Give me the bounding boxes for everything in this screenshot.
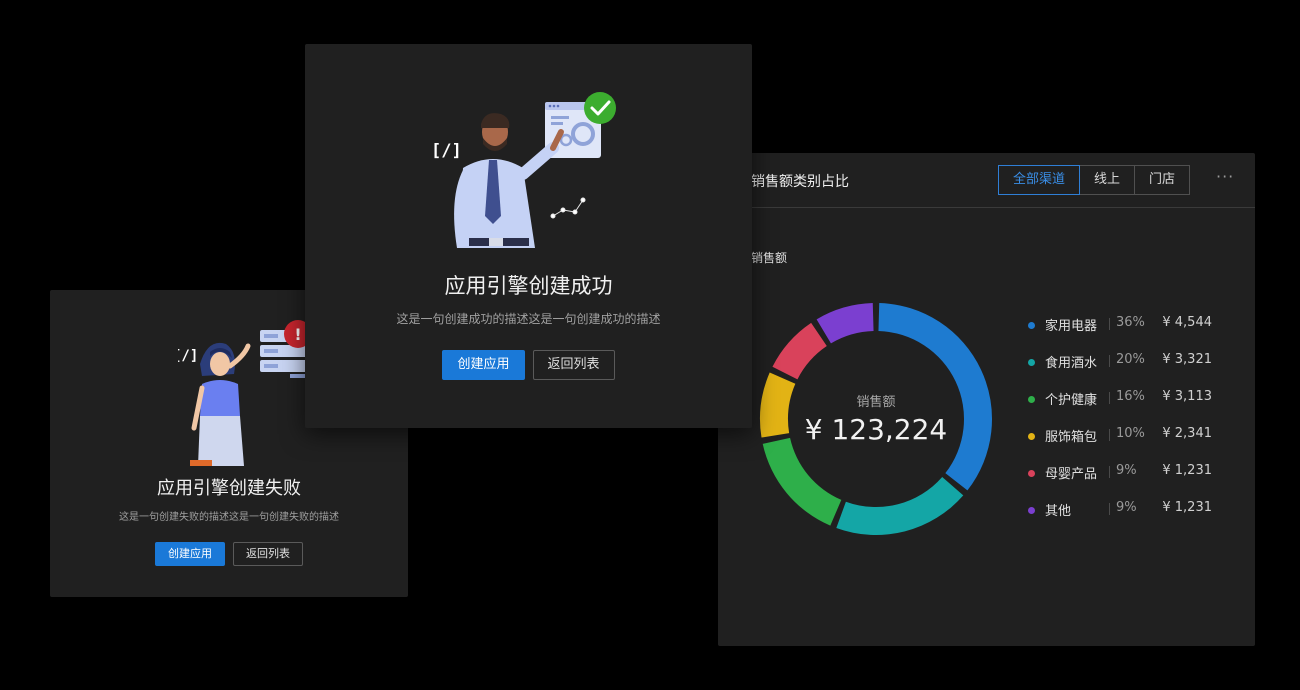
legend-name: 个护健康 [1045,393,1098,408]
legend-dot-icon [1028,396,1035,403]
channel-tabs: 全部渠道 线上 门店 [998,165,1191,195]
code-glyph: [/] [178,348,198,364]
canvas: [/] ! [0,0,1300,690]
success-check-icon [584,92,616,124]
success-illustration: [/] [431,92,616,248]
more-options-icon[interactable]: ··· [1216,167,1234,186]
legend-amount: ¥ 3,321 [1162,352,1212,367]
legend-dot-icon [1028,322,1035,329]
legend-divider [1109,503,1110,515]
success-description: 这是一句创建成功的描述这是一句创建成功的描述 [396,312,661,326]
chart-legend: 家用电器 36% ¥ 4,544 食用酒水 20% ¥ 3,321 个护健康 1… [1028,315,1238,537]
legend-item[interactable]: 个护健康 16% ¥ 3,113 [1028,389,1238,426]
legend-name: 服饰箱包 [1045,430,1098,445]
legend-name: 食用酒水 [1045,356,1098,371]
sales-category-card: 销售额类别占比 全部渠道 线上 门店 ··· 销售额 销售额 ¥ 123,224… [718,153,1255,646]
tab-all-channels[interactable]: 全部渠道 [998,165,1081,195]
legend-item[interactable]: 服饰箱包 10% ¥ 2,341 [1028,426,1238,463]
legend-divider [1109,429,1110,441]
legend-dot-icon [1028,507,1035,514]
legend-amount: ¥ 1,231 [1162,500,1212,515]
presenting-man-figure [454,113,564,248]
failure-actions: 创建应用 返回列表 [50,542,408,566]
donut-center-label: 销售额 [856,395,896,410]
legend-percent: 9% [1116,500,1137,515]
legend-item[interactable]: 其他 9% ¥ 1,231 [1028,500,1238,537]
card-title: 销售额类别占比 [751,174,849,190]
legend-name: 家用电器 [1045,319,1098,334]
success-title: 应用引擎创建成功 [444,274,613,298]
legend-amount: ¥ 3,113 [1162,389,1212,404]
legend-percent: 10% [1116,426,1145,441]
create-app-button[interactable]: 创建应用 [155,542,225,566]
legend-amount: ¥ 1,231 [1162,463,1212,478]
legend-divider [1109,392,1110,404]
legend-amount: ¥ 4,544 [1162,315,1212,330]
legend-name: 其他 [1045,504,1072,519]
card-header: 销售额类别占比 全部渠道 线上 门店 ··· [718,153,1255,208]
tab-store[interactable]: 门店 [1134,165,1191,195]
tab-online[interactable]: 线上 [1079,165,1136,195]
success-actions: 创建应用 返回列表 [305,350,752,380]
back-to-list-button[interactable]: 返回列表 [532,350,615,380]
legend-dot-icon [1028,433,1035,440]
legend-item[interactable]: 家用电器 36% ¥ 4,544 [1028,315,1238,352]
legend-percent: 36% [1116,315,1145,330]
back-to-list-button[interactable]: 返回列表 [233,542,303,566]
legend-percent: 20% [1116,352,1145,367]
donut-slice[interactable] [836,476,964,535]
legend-dot-icon [1028,359,1035,366]
legend-divider [1109,466,1110,478]
create-app-button[interactable]: 创建应用 [442,350,525,380]
sales-subtitle: 销售额 [751,251,788,265]
legend-name: 母婴产品 [1045,467,1098,482]
code-glyph: [/] [431,141,462,161]
legend-item[interactable]: 母婴产品 9% ¥ 1,231 [1028,463,1238,500]
legend-divider [1109,355,1110,367]
donut-center-value: ¥ 123,224 [804,413,948,446]
legend-percent: 16% [1116,389,1145,404]
create-success-card: [/] 应用引擎创建成功 这是一句创建成功的描述这是一句创建成功的描述 创建应用… [305,44,752,428]
donut-slice[interactable] [772,322,827,380]
legend-divider [1109,318,1110,330]
svg-text:!: ! [294,325,301,344]
legend-dot-icon [1028,470,1035,477]
legend-percent: 9% [1116,463,1137,478]
failure-title: 应用引擎创建失败 [157,478,301,499]
failure-description: 这是一句创建失败的描述这是一句创建失败的描述 [119,512,339,523]
confused-woman-figure [190,342,251,466]
donut-slice[interactable] [816,303,874,344]
legend-amount: ¥ 2,341 [1162,426,1212,441]
legend-item[interactable]: 食用酒水 20% ¥ 3,321 [1028,352,1238,389]
trend-dots-icon [550,197,586,219]
donut-slice[interactable] [762,437,842,526]
